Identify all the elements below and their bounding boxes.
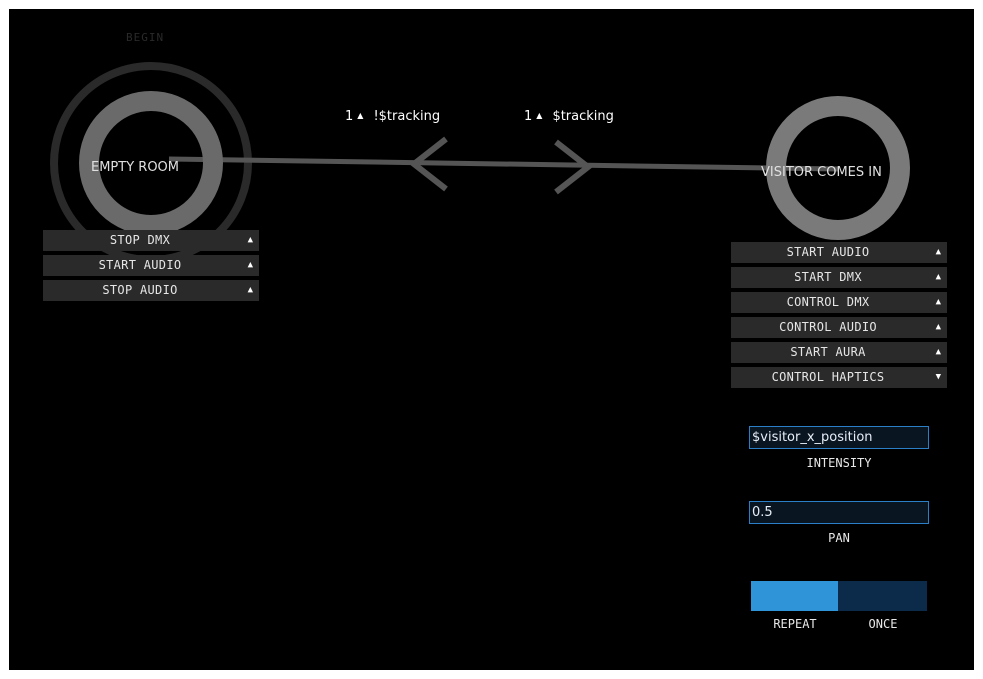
action-caret-icon[interactable]: ▲ bbox=[936, 342, 941, 363]
action-start-aura[interactable]: START AURA ▲ bbox=[731, 342, 947, 363]
action-caret-icon[interactable]: ▲ bbox=[936, 267, 941, 288]
action-label: CONTROL HAPTICS bbox=[771, 370, 885, 384]
intensity-input[interactable]: $visitor_x_position bbox=[749, 426, 929, 449]
action-control-dmx[interactable]: CONTROL DMX ▲ bbox=[731, 292, 947, 313]
pan-label: PAN bbox=[828, 531, 850, 545]
transition-label-tracked[interactable]: 1 ▲ $tracking bbox=[524, 109, 614, 124]
action-label: STOP DMX bbox=[109, 233, 171, 247]
mode-toggle-selected-segment[interactable] bbox=[751, 581, 838, 611]
transition-condition: $tracking bbox=[552, 109, 614, 124]
transition-caret-icon[interactable]: ▲ bbox=[357, 111, 363, 120]
action-caret-icon[interactable]: ▲ bbox=[248, 255, 253, 276]
transition-condition: !$tracking bbox=[373, 109, 441, 124]
pan-input[interactable]: 0.5 bbox=[749, 501, 929, 524]
transition-label-untracked[interactable]: 1 ▲ !$tracking bbox=[345, 109, 440, 124]
mode-toggle[interactable] bbox=[751, 581, 927, 611]
action-start-audio[interactable]: START AUDIO ▲ bbox=[731, 242, 947, 263]
action-label: CONTROL AUDIO bbox=[779, 320, 877, 334]
transition-count: 1 bbox=[524, 109, 533, 124]
action-caret-icon[interactable]: ▲ bbox=[936, 317, 941, 338]
mode-option-repeat[interactable]: REPEAT bbox=[751, 617, 839, 631]
graph-layer bbox=[50, 62, 910, 264]
action-label: STOP AUDIO bbox=[102, 283, 178, 297]
action-label: START AUDIO bbox=[786, 245, 870, 259]
action-label: CONTROL DMX bbox=[786, 295, 870, 309]
action-stop-audio[interactable]: STOP AUDIO ▲ bbox=[43, 280, 259, 301]
state-machine-canvas[interactable]: BEGIN EMPTY ROOM VISITOR COMES IN 1 ▲ !$tr… bbox=[9, 9, 974, 670]
mode-option-once[interactable]: ONCE bbox=[839, 617, 927, 631]
action-caret-icon[interactable]: ▲ bbox=[248, 230, 253, 251]
action-caret-icon[interactable]: ▼ bbox=[936, 367, 941, 388]
intensity-label: INTENSITY bbox=[806, 456, 872, 470]
transition-caret-icon[interactable]: ▲ bbox=[536, 111, 542, 120]
action-caret-icon[interactable]: ▲ bbox=[248, 280, 253, 301]
action-start-audio[interactable]: START AUDIO ▲ bbox=[43, 255, 259, 276]
action-caret-icon[interactable]: ▲ bbox=[936, 242, 941, 263]
visitor-title[interactable]: VISITOR COMES IN bbox=[761, 165, 882, 180]
action-control-audio[interactable]: CONTROL AUDIO ▲ bbox=[731, 317, 947, 338]
action-start-dmx[interactable]: START DMX ▲ bbox=[731, 267, 947, 288]
action-stop-dmx[interactable]: STOP DMX ▲ bbox=[43, 230, 259, 251]
begin-label: BEGIN bbox=[126, 31, 165, 44]
action-control-haptics[interactable]: CONTROL HAPTICS ▼ bbox=[731, 367, 947, 388]
empty-room-title[interactable]: EMPTY ROOM bbox=[91, 160, 179, 175]
action-label: START DMX bbox=[794, 270, 862, 284]
action-caret-icon[interactable]: ▲ bbox=[936, 292, 941, 313]
action-label: START AURA bbox=[790, 345, 866, 359]
action-label: START AUDIO bbox=[98, 258, 182, 272]
transition-line[interactable] bbox=[168, 156, 840, 172]
transition-count: 1 bbox=[345, 109, 354, 124]
